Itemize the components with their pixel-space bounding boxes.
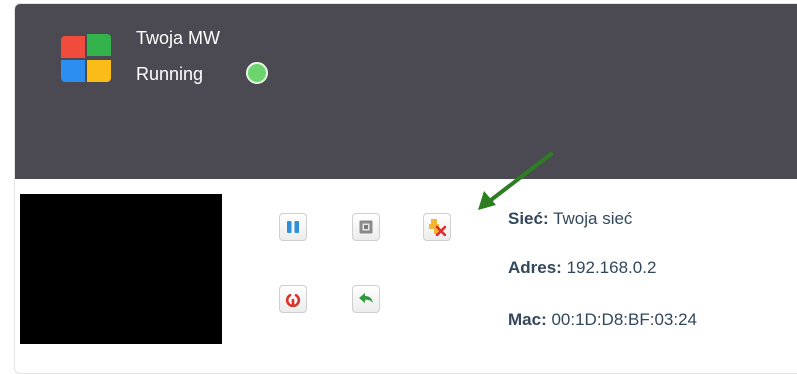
address-label: Adres:: [508, 258, 562, 277]
network-value: Twoja sieć: [553, 209, 633, 228]
vm-screen-preview[interactable]: [20, 194, 222, 344]
revert-button[interactable]: [352, 285, 380, 313]
vm-header: Twoja MW Running: [15, 4, 797, 179]
pause-icon: [287, 221, 299, 233]
delete-vm-button[interactable]: [423, 213, 451, 241]
power-icon: [285, 293, 301, 307]
stop-icon: [359, 220, 373, 234]
mac-label: Mac:: [508, 310, 547, 329]
mac-info: Mac: 00:1D:D8:BF:03:24: [508, 310, 697, 330]
stop-button[interactable]: [352, 213, 380, 241]
restart-button[interactable]: [279, 285, 307, 313]
delete-vm-icon: [429, 219, 446, 236]
vm-status: Running: [136, 64, 204, 84]
address-info: Adres: 192.168.0.2: [508, 258, 656, 278]
address-value: 192.168.0.2: [566, 258, 657, 277]
pause-button[interactable]: [279, 213, 307, 241]
mac-value: 00:1D:D8:BF:03:24: [551, 310, 697, 329]
windows-logo-icon: [61, 34, 113, 82]
status-indicator-icon: [246, 62, 268, 84]
network-label: Sieć:: [508, 209, 549, 228]
revert-icon: [359, 293, 373, 303]
vm-name: Twoja MW: [136, 28, 221, 48]
network-info: Sieć: Twoja sieć: [508, 209, 632, 229]
